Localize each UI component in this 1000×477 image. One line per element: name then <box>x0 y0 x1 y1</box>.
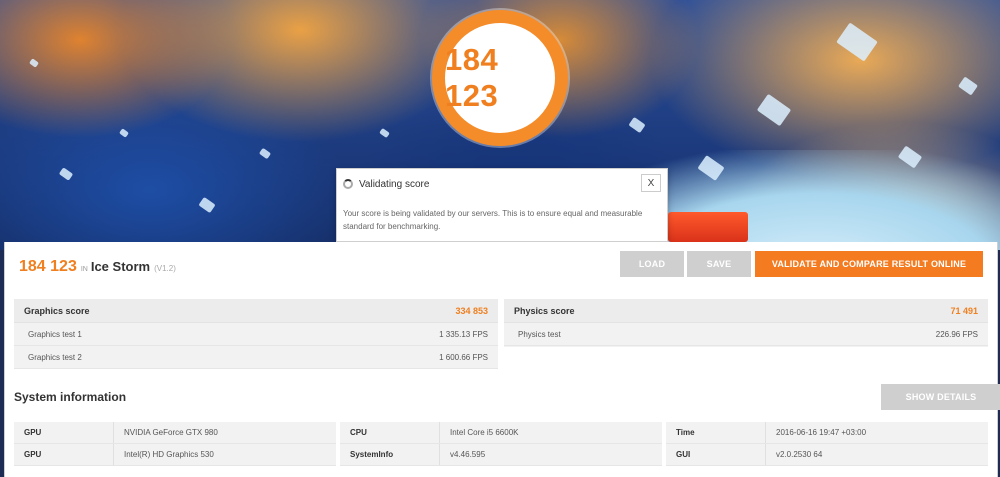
show-details-button[interactable]: SHOW DETAILS <box>881 384 1000 410</box>
system-info-row: Time 2016-06-16 19:47 +03:00 <box>666 422 988 444</box>
system-info-row: GUI v2.0.2530 64 <box>666 444 988 466</box>
physics-score-header: Physics score 71 491 <box>504 299 988 323</box>
result-header: 184 123 IN Ice Storm (V1.2) <box>19 258 176 276</box>
system-info-row: GPU NVIDIA GeForce GTX 980 <box>14 422 336 444</box>
dialog-close-button[interactable]: X <box>641 174 661 192</box>
physics-score-label: Physics score <box>514 305 575 316</box>
test-name: Physics test <box>518 329 561 339</box>
graphics-score-label: Graphics score <box>24 305 90 316</box>
physics-test-row: Physics test 226.96 FPS <box>504 323 988 346</box>
info-value: 2016-06-16 19:47 +03:00 <box>776 428 867 437</box>
loading-spinner-icon <box>343 179 353 189</box>
ice-fragment <box>29 58 39 68</box>
ice-fragment <box>198 196 216 214</box>
info-value: v4.46.595 <box>450 450 486 459</box>
ice-fragment <box>756 93 792 127</box>
save-button[interactable]: SAVE <box>687 251 751 277</box>
test-name: Graphics test 2 <box>28 352 82 362</box>
benchmark-version: (V1.2) <box>154 264 176 273</box>
ice-fragment <box>958 76 978 96</box>
info-value: Intel Core i5 6600K <box>450 428 519 437</box>
load-button[interactable]: LOAD <box>620 251 684 277</box>
test-name: Graphics test 1 <box>28 329 82 339</box>
physics-score-value: 71 491 <box>950 305 978 316</box>
test-value: 1 335.13 FPS <box>439 329 488 339</box>
info-key: GPU <box>14 444 114 465</box>
graphics-score-box: Graphics score 334 853 Graphics test 1 1… <box>14 299 498 369</box>
validate-online-button[interactable]: VALIDATE AND COMPARE RESULT ONLINE <box>755 251 983 277</box>
system-info-column: Time 2016-06-16 19:47 +03:00 GUI v2.0.25… <box>666 422 988 466</box>
info-key: GPU <box>14 422 114 443</box>
info-key: Time <box>666 422 766 443</box>
system-info-column: GPU NVIDIA GeForce GTX 980 GPU Intel(R) … <box>14 422 336 466</box>
result-panel: 184 123 IN Ice Storm (V1.2) LOAD SAVE VA… <box>4 242 1000 477</box>
ice-fragment <box>119 128 129 138</box>
dialog-title: Validating score <box>359 178 430 190</box>
total-score-ring: 184 123 <box>432 10 568 146</box>
info-key: GUI <box>666 444 766 465</box>
graphics-test-row: Graphics test 2 1 600.66 FPS <box>14 346 498 369</box>
test-value: 1 600.66 FPS <box>439 352 488 362</box>
ice-fragment <box>58 167 74 181</box>
total-score-value: 184 123 <box>445 42 499 113</box>
info-key: SystemInfo <box>340 444 440 465</box>
system-info-title: System information <box>14 390 127 404</box>
physics-score-box: Physics score 71 491 Physics test 226.96… <box>504 299 988 347</box>
info-value: NVIDIA GeForce GTX 980 <box>124 428 218 437</box>
ice-fragment <box>258 147 272 160</box>
scene-object <box>668 212 748 242</box>
info-value: v2.0.2530 64 <box>776 450 823 459</box>
dialog-header: Validating score <box>337 169 667 199</box>
in-label: IN <box>80 266 88 273</box>
test-value: 226.96 FPS <box>935 329 978 339</box>
benchmark-name: Ice Storm <box>90 259 151 274</box>
validating-dialog: Validating score X Your score is being v… <box>336 168 668 242</box>
system-info-row: GPU Intel(R) HD Graphics 530 <box>14 444 336 466</box>
graphics-test-row: Graphics test 1 1 335.13 FPS <box>14 323 498 346</box>
graphics-score-header: Graphics score 334 853 <box>14 299 498 323</box>
system-info-column: CPU Intel Core i5 6600K SystemInfo v4.46… <box>340 422 662 466</box>
ice-fragment <box>836 22 878 62</box>
result-score: 184 123 <box>19 258 77 275</box>
graphics-score-value: 334 853 <box>455 305 488 316</box>
info-key: CPU <box>340 422 440 443</box>
system-info-row: CPU Intel Core i5 6600K <box>340 422 662 444</box>
dialog-message: Your score is being validated by our ser… <box>343 209 643 231</box>
info-value: Intel(R) HD Graphics 530 <box>124 450 214 459</box>
ice-fragment <box>379 127 390 139</box>
system-info-row: SystemInfo v4.46.595 <box>340 444 662 466</box>
ice-fragment <box>628 116 646 134</box>
